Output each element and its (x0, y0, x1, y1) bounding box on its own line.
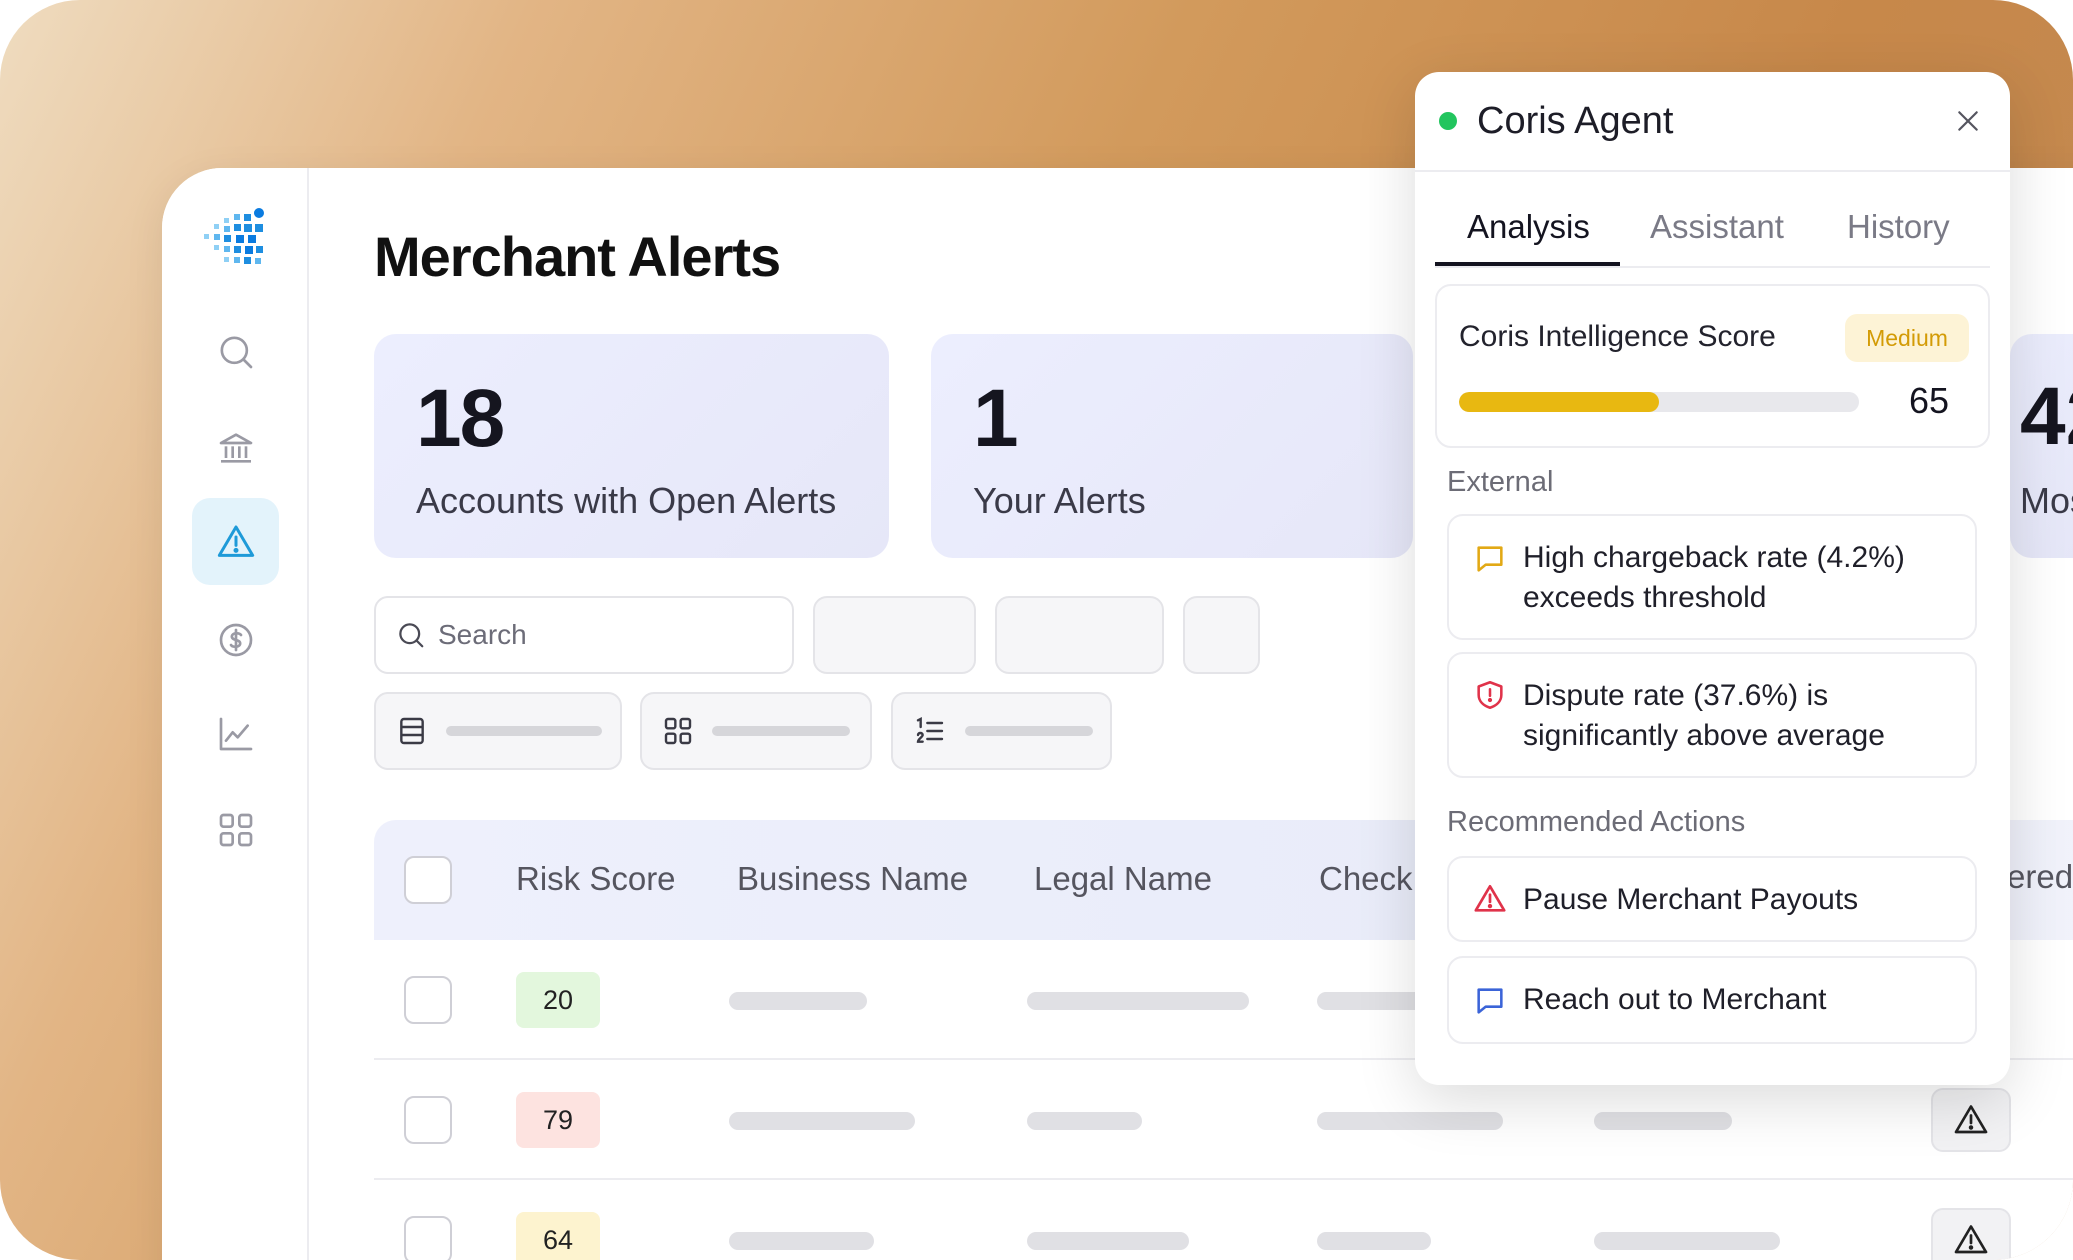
alert-triangle-icon (217, 525, 254, 557)
stat-card-open-alerts[interactable]: 18 Accounts with Open Alerts (374, 334, 889, 558)
tab-history[interactable]: History (1847, 208, 1950, 246)
select-all-checkbox[interactable] (404, 856, 452, 904)
stat-label: Accounts with Open Alerts (416, 480, 837, 521)
cell-placeholder (1027, 1112, 1142, 1130)
message-icon (1477, 988, 1503, 1014)
message-icon (1477, 546, 1503, 572)
tabs-divider (1435, 266, 1990, 268)
column-header-check[interactable]: Check (1319, 860, 1413, 898)
score-progress-bar (1459, 392, 1859, 412)
cell-placeholder (1027, 992, 1249, 1010)
action-reach-out[interactable]: Reach out to Merchant (1447, 956, 1977, 1044)
score-value: 65 (1909, 380, 1950, 421)
action-label: Reach out to Merchant (1523, 983, 1827, 1016)
external-signal-text: High chargeback rate (4.2%) exceeds thre… (1523, 541, 1905, 614)
agent-panel-title: Coris Agent (1477, 100, 1674, 142)
nav-apps[interactable] (192, 786, 279, 873)
view-table-button[interactable] (374, 692, 622, 770)
label-placeholder (446, 726, 602, 736)
warning-icon (1954, 1225, 1988, 1254)
stat-card-your-alerts[interactable]: 1 Your Alerts (931, 334, 1413, 558)
cell-placeholder (1594, 1112, 1732, 1130)
nav-analytics[interactable] (192, 690, 279, 777)
background-frame: Merchant Alerts 18 Accounts with Open Al… (0, 0, 2073, 1260)
alert-action-button[interactable] (1931, 1088, 2011, 1152)
table-row[interactable]: 64 (374, 1180, 2073, 1260)
search-icon (220, 336, 252, 368)
score-title: Coris Intelligence Score (1459, 320, 1776, 353)
external-signal-card[interactable]: High chargeback rate (4.2%) exceeds thre… (1447, 514, 1977, 640)
row-checkbox[interactable] (404, 976, 452, 1024)
row-checkbox[interactable] (404, 1096, 452, 1144)
online-status-dot (1439, 112, 1457, 130)
column-header-risk-score[interactable]: Risk Score (516, 860, 676, 898)
numbered-list-icon (916, 717, 944, 743)
section-label-actions: Recommended Actions (1447, 806, 1746, 838)
tab-assistant[interactable]: Assistant (1650, 208, 1784, 246)
label-placeholder (965, 726, 1093, 736)
external-signal-card[interactable]: Dispute rate (37.6%) is significantly ab… (1447, 652, 1977, 778)
logo-icon (204, 208, 264, 264)
agent-panel-header: Coris Agent (1415, 72, 2010, 172)
score-level-badge: Medium (1845, 314, 1969, 362)
filter-chip[interactable] (995, 596, 1164, 674)
stat-label: Your Alerts (973, 480, 1146, 521)
risk-score-badge: 64 (516, 1212, 600, 1260)
view-list-button[interactable] (891, 692, 1112, 770)
filter-chip[interactable] (1183, 596, 1260, 674)
intelligence-score-card: Coris Intelligence Score Medium 65 (1435, 284, 1990, 448)
external-signal-text: Dispute rate (37.6%) is significantly ab… (1523, 679, 1885, 752)
nav-bank[interactable] (192, 404, 279, 491)
grid-icon (219, 813, 252, 846)
stat-value: 1 (973, 373, 1019, 464)
page-title: Merchant Alerts (374, 225, 781, 288)
line-chart-icon (219, 717, 252, 750)
view-grid-button[interactable] (640, 692, 872, 770)
cell-placeholder (729, 992, 867, 1010)
nav-search[interactable] (192, 308, 279, 395)
cell-placeholder (1317, 1232, 1431, 1250)
risk-score-badge: 20 (516, 972, 600, 1028)
section-label-external: External (1447, 466, 1554, 498)
sidebar (162, 168, 309, 1260)
agent-panel: Coris Agent Analysis Assistant History C… (1415, 72, 2010, 1085)
close-icon (1958, 111, 1978, 131)
active-tab-indicator (1435, 262, 1620, 266)
column-header-partial[interactable]: ered (2007, 858, 2073, 896)
grid-icon (664, 717, 692, 745)
stat-label: Mos (2020, 480, 2073, 521)
dollar-circle-icon (219, 623, 252, 656)
score-progress-fill (1459, 392, 1659, 412)
column-header-legal-name[interactable]: Legal Name (1034, 860, 1212, 898)
warning-icon (1474, 884, 1506, 912)
cell-placeholder (1594, 1232, 1780, 1250)
shield-alert-icon (1477, 680, 1503, 710)
cell-placeholder (1317, 1112, 1503, 1130)
cell-placeholder (729, 1112, 915, 1130)
action-pause-payouts[interactable]: Pause Merchant Payouts (1447, 856, 1977, 942)
warning-icon (1954, 1105, 1988, 1134)
alert-action-button[interactable] (1931, 1208, 2011, 1260)
column-header-business-name[interactable]: Business Name (737, 860, 968, 898)
nav-payments[interactable] (192, 596, 279, 683)
row-checkbox[interactable] (404, 1216, 452, 1260)
risk-score-badge: 79 (516, 1092, 600, 1148)
bank-icon (219, 432, 252, 463)
action-label: Pause Merchant Payouts (1523, 883, 1859, 916)
stat-value: 42 (2020, 371, 2073, 462)
cell-placeholder (1027, 1232, 1189, 1250)
cell-placeholder (729, 1232, 874, 1250)
nav-alerts[interactable] (192, 498, 279, 585)
close-button[interactable] (1949, 102, 1987, 140)
label-placeholder (712, 726, 850, 736)
stat-value: 18 (416, 373, 505, 464)
search-placeholder: Search (438, 619, 527, 650)
search-icon (399, 623, 424, 648)
tab-analysis[interactable]: Analysis (1467, 208, 1590, 246)
filter-chip[interactable] (813, 596, 976, 674)
search-input[interactable]: Search (374, 596, 794, 674)
table-view-icon (400, 717, 424, 745)
